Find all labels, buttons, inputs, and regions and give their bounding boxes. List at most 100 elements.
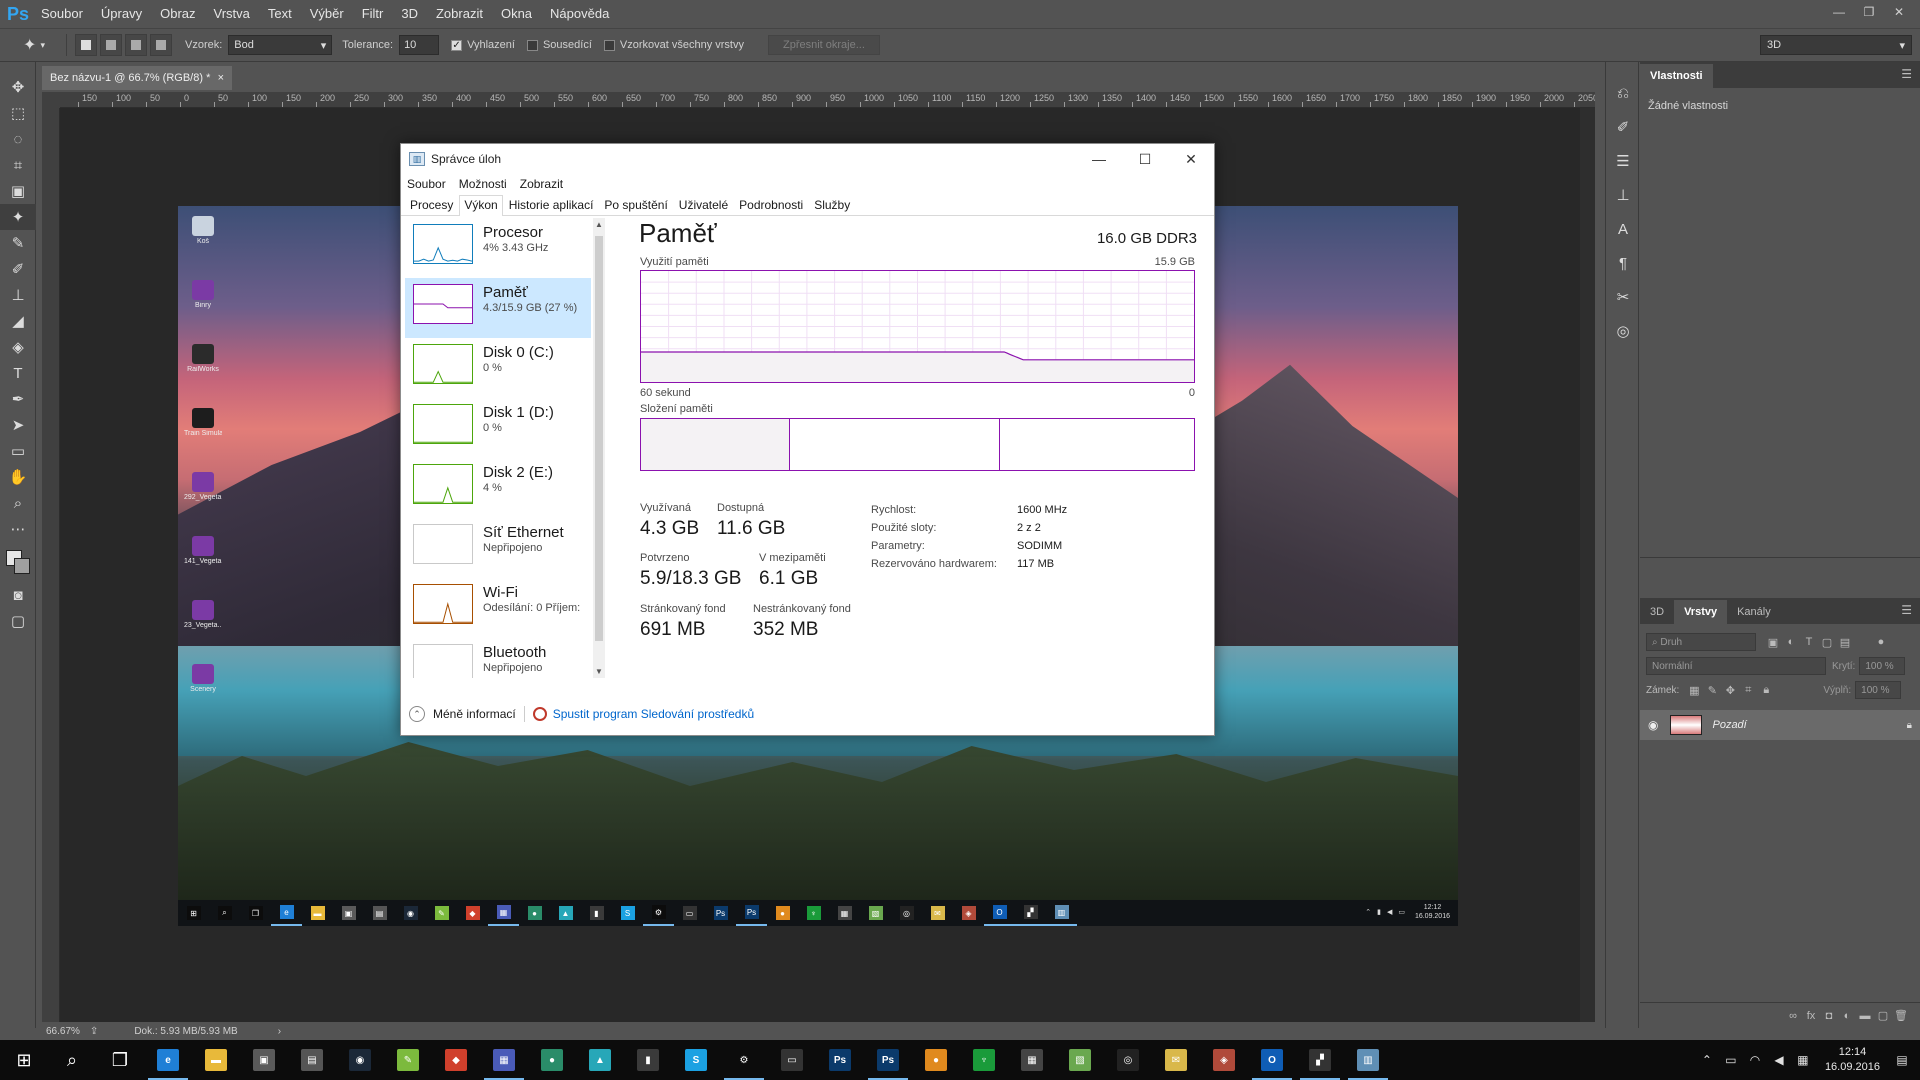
- inner-taskbar-explorer[interactable]: ▬: [302, 900, 333, 926]
- zoom-level[interactable]: 66.67%: [46, 1026, 80, 1037]
- minimize-icon[interactable]: —: [1824, 2, 1854, 22]
- desktop-icon[interactable]: Binry: [184, 280, 222, 309]
- inner-taskbar-app-3[interactable]: ●: [519, 900, 550, 926]
- menu-item-6[interactable]: Filtr: [353, 0, 393, 28]
- taskbar-app-5-button[interactable]: ▮: [624, 1040, 672, 1080]
- taskbar-app-9-button[interactable]: ▧: [1056, 1040, 1104, 1080]
- taskbar-app-1-button[interactable]: ▤: [288, 1040, 336, 1080]
- paragraph-panel-icon[interactable]: ¶: [1606, 246, 1640, 280]
- menu-item-2[interactable]: Obraz: [151, 0, 204, 28]
- share-icon[interactable]: ⇪: [90, 1026, 98, 1037]
- quick-mask-icon[interactable]: ◙: [0, 582, 36, 608]
- tm-menu-item-2[interactable]: Zobrazit: [520, 177, 563, 191]
- tm-menu-item-0[interactable]: Soubor: [407, 177, 446, 191]
- taskbar-search-button[interactable]: ⌕: [48, 1040, 96, 1080]
- lock-position-icon[interactable]: ✥: [1721, 681, 1739, 699]
- tm-menu-item-1[interactable]: Možnosti: [459, 177, 507, 191]
- close-button[interactable]: ✕: [1168, 144, 1214, 174]
- menu-item-3[interactable]: Vrstva: [205, 0, 259, 28]
- minimize-button[interactable]: —: [1076, 144, 1122, 174]
- layer-style-icon[interactable]: fx: [1802, 1007, 1820, 1025]
- restore-icon[interactable]: ❐: [1854, 2, 1884, 22]
- tray-chevron-icon[interactable]: ⌃: [1695, 1053, 1719, 1067]
- taskbar-app-12-button[interactable]: ◈: [1200, 1040, 1248, 1080]
- taskbar-skype-button[interactable]: S: [672, 1040, 720, 1080]
- taskbar-calculator-button[interactable]: ▦: [1008, 1040, 1056, 1080]
- inner-taskbar-app-2[interactable]: ◆: [457, 900, 488, 926]
- tolerance-input[interactable]: 10: [399, 35, 440, 55]
- keyboard-icon[interactable]: ▦: [1791, 1053, 1815, 1067]
- inner-taskbar-app-13[interactable]: ▞: [1015, 900, 1046, 926]
- magic-wand-tool-icon[interactable]: ✦: [0, 204, 36, 230]
- inner-taskbar-app-5[interactable]: ▮: [581, 900, 612, 926]
- desktop-icon[interactable]: Train Simulator: [184, 408, 222, 437]
- tab-4[interactable]: Uživatelé: [674, 195, 733, 215]
- canvas-scrollbar[interactable]: [1580, 108, 1595, 1022]
- menu-item-1[interactable]: Úpravy: [92, 0, 151, 28]
- hand-tool-icon[interactable]: ✋: [0, 464, 36, 490]
- inner-taskbar-skype[interactable]: S: [612, 900, 643, 926]
- chevron-up-icon[interactable]: ⌃: [409, 706, 425, 722]
- desktop-icon[interactable]: Scenery: [184, 664, 222, 693]
- layer-background[interactable]: ◉ Pozadí 🔒︎: [1640, 710, 1920, 740]
- toolbar-grip[interactable]: [0, 62, 35, 74]
- inner-taskbar-app-12[interactable]: ◈: [953, 900, 984, 926]
- background-color-swatch[interactable]: [14, 558, 30, 574]
- desktop-icon[interactable]: 141_Vegeta...: [184, 536, 222, 565]
- move-tool-icon[interactable]: ✥: [0, 74, 36, 100]
- inner-taskbar-app-8[interactable]: ♆: [798, 900, 829, 926]
- blend-mode-select[interactable]: Normální: [1646, 657, 1826, 675]
- sidebar-item-bluetooth[interactable]: Bluetooth Nepřipojeno: [405, 638, 591, 678]
- antialias-checkbox[interactable]: ✓ Vyhlazení: [451, 39, 515, 51]
- wifi-icon[interactable]: ◠: [1743, 1053, 1767, 1067]
- adjustment-filter-icon[interactable]: ◐: [1782, 633, 1800, 651]
- sample-size-select[interactable]: Bod ▾: [228, 35, 333, 55]
- taskbar-app-8-button[interactable]: ♆: [960, 1040, 1008, 1080]
- pen-tool-icon[interactable]: ✒: [0, 386, 36, 412]
- tab-vrstvy[interactable]: Vrstvy: [1674, 600, 1728, 624]
- delete-layer-icon[interactable]: 🗑︎: [1892, 1007, 1910, 1025]
- subtract-selection-button[interactable]: [125, 34, 147, 56]
- maximize-button[interactable]: ☐: [1122, 144, 1168, 174]
- character-panel-icon[interactable]: A: [1606, 212, 1640, 246]
- menu-item-4[interactable]: Text: [259, 0, 301, 28]
- sidebar-item-procesor[interactable]: Procesor 4% 3.43 GHz: [405, 218, 591, 278]
- panel-menu-icon[interactable]: ☰: [1901, 67, 1912, 81]
- taskbar-app-4-button[interactable]: ▲: [576, 1040, 624, 1080]
- taskbar-app-2-button[interactable]: ◆: [432, 1040, 480, 1080]
- new-selection-button[interactable]: [75, 34, 97, 56]
- taskbar-photoshop-button[interactable]: Ps: [816, 1040, 864, 1080]
- sidebar-item-s-ethernet[interactable]: Síť Ethernet Nepřipojeno: [405, 518, 591, 578]
- magic-wand-preset-picker[interactable]: ✦ ▾: [10, 32, 58, 58]
- type-tool-icon[interactable]: T: [0, 360, 36, 386]
- intersect-selection-button[interactable]: [150, 34, 172, 56]
- inner-taskbar-photoshop[interactable]: Ps: [705, 900, 736, 926]
- more-tools-icon[interactable]: ⋯: [0, 516, 36, 542]
- inner-taskbar-steam[interactable]: ◉: [395, 900, 426, 926]
- taskbar-app-13-button[interactable]: ▞: [1296, 1040, 1344, 1080]
- inner-taskbar-outlook[interactable]: O: [984, 900, 1015, 926]
- visibility-eye-icon[interactable]: ◉: [1648, 718, 1658, 732]
- taskbar-task-manager-button[interactable]: ▥: [1344, 1040, 1392, 1080]
- adjustments-panel-icon[interactable]: ☰: [1606, 144, 1640, 178]
- task-manager-titlebar[interactable]: ▥ Správce úloh — ☐ ✕: [401, 144, 1214, 174]
- gradient-tool-icon[interactable]: ◈: [0, 334, 36, 360]
- document-tab[interactable]: Bez názvu-1 @ 66.7% (RGB/8) * ×: [42, 66, 232, 90]
- inner-taskbar-app-10[interactable]: ◎: [891, 900, 922, 926]
- lock-pixels-icon[interactable]: ✎: [1703, 681, 1721, 699]
- scroll-down-icon[interactable]: ▼: [594, 667, 604, 676]
- lock-artboard-icon[interactable]: ⌗: [1739, 681, 1757, 699]
- tab-3d[interactable]: 3D: [1640, 600, 1674, 624]
- menu-item-9[interactable]: Okna: [492, 0, 541, 28]
- taskbar-edge-button[interactable]: e: [144, 1040, 192, 1080]
- inner-taskbar-notepad[interactable]: ✎: [426, 900, 457, 926]
- tab-5[interactable]: Podrobnosti: [734, 195, 808, 215]
- pixel-filter-icon[interactable]: ▣: [1764, 633, 1782, 651]
- inner-taskbar-app-4[interactable]: ▲: [550, 900, 581, 926]
- layer-lock-icon[interactable]: 🔒︎: [1907, 720, 1912, 731]
- inner-taskbar-app-9[interactable]: ▧: [860, 900, 891, 926]
- layer-mask-icon[interactable]: ◘: [1820, 1007, 1838, 1025]
- smart-object-filter-icon[interactable]: ▤: [1836, 633, 1854, 651]
- sidebar-item-disk-1-d-[interactable]: Disk 1 (D:) 0 %: [405, 398, 591, 458]
- new-group-icon[interactable]: ▬: [1856, 1007, 1874, 1025]
